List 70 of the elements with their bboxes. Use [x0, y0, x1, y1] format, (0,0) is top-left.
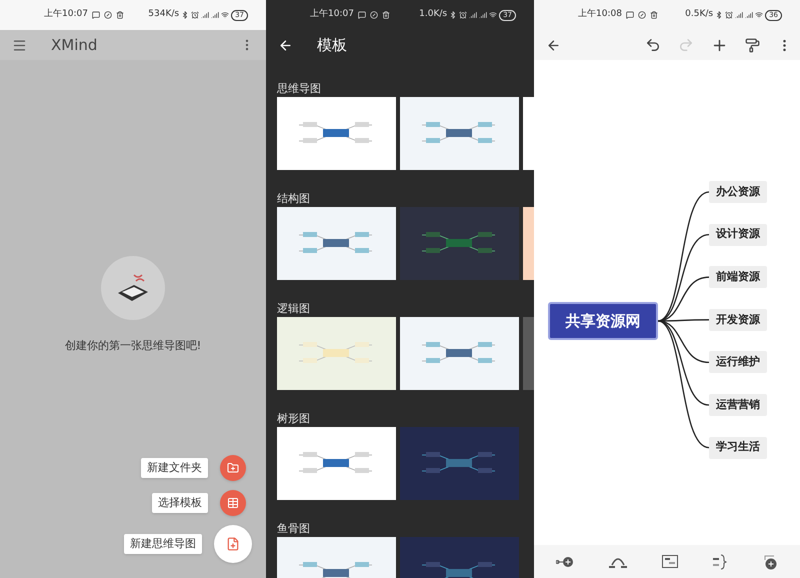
fab-label: 选择模板: [152, 492, 208, 514]
empty-message: 创建你的第一张思维导图吧!: [64, 338, 202, 354]
alarm-icon: [191, 11, 200, 19]
signal-icon: [735, 11, 744, 19]
network-speed: 1.0K/s: [419, 8, 448, 22]
back-icon[interactable]: [278, 38, 293, 52]
status-circle-icon: [104, 11, 112, 19]
topic-node[interactable]: 开发资源: [709, 308, 767, 331]
bluetooth-icon: [181, 11, 190, 19]
template-preview-drawing[interactable]: [277, 427, 396, 500]
status-circle-icon: [370, 11, 378, 19]
floating-topic-icon[interactable]: [762, 554, 778, 570]
paint-roller-icon[interactable]: [745, 38, 760, 52]
network-speed: 534K/s: [148, 8, 180, 22]
bluetooth-icon: [449, 11, 458, 19]
topic-box-icon[interactable]: [662, 555, 678, 568]
alarm-icon: [725, 11, 734, 19]
add-subtopic-icon[interactable]: [556, 554, 574, 568]
section-title: 逻辑图: [277, 302, 310, 315]
status-time: 上午10:07: [310, 8, 354, 22]
template-preview-drawing[interactable]: [400, 97, 519, 170]
signal-icon: [745, 11, 754, 19]
trash-icon: [650, 11, 658, 19]
folder-plus-icon: [227, 462, 239, 474]
section-title: 思维导图: [277, 82, 321, 95]
status-circle-icon: [638, 11, 646, 19]
bluetooth-icon: [715, 11, 724, 19]
trash-icon: [382, 11, 390, 19]
wifi-icon: [221, 11, 230, 19]
central-topic[interactable]: 共享资源网: [548, 302, 658, 340]
topic-node[interactable]: 运行维护: [709, 351, 767, 374]
template-preview-drawing[interactable]: [400, 317, 519, 390]
wifi-icon: [489, 11, 498, 19]
template-preview-drawing[interactable]: [400, 427, 519, 500]
template-preview-drawing[interactable]: [277, 207, 396, 280]
table-icon: [227, 497, 239, 509]
message-icon: [626, 11, 634, 19]
undo-icon[interactable]: [645, 37, 661, 53]
fab-label: 新建思维导图: [124, 534, 202, 554]
topic-node[interactable]: 前端资源: [709, 266, 767, 288]
choose-template-button[interactable]: [220, 490, 246, 516]
wifi-icon: [755, 11, 764, 19]
section-title: 树形图: [277, 412, 310, 425]
app-title: XMind: [51, 34, 98, 56]
topic-node[interactable]: 办公资源: [709, 181, 767, 203]
page-title: 模板: [317, 34, 347, 56]
fab-label: 新建文件夹: [141, 458, 208, 478]
topic-node[interactable]: 运营营销: [709, 394, 767, 416]
message-icon: [358, 11, 366, 19]
template-preview-drawing[interactable]: [277, 97, 396, 170]
alarm-icon: [459, 11, 468, 19]
network-speed: 0.5K/s: [685, 8, 714, 22]
new-folder-button[interactable]: [220, 455, 246, 481]
topic-node[interactable]: 学习生活: [709, 436, 767, 459]
section-title: 结构图: [277, 192, 310, 205]
section-title: 鱼骨图: [277, 522, 310, 535]
new-mindmap-button[interactable]: [214, 525, 252, 563]
signal-icon: [211, 11, 220, 19]
message-icon: [92, 11, 100, 19]
back-icon[interactable]: [546, 38, 561, 52]
status-time: 上午10:07: [44, 8, 88, 22]
signal-icon: [469, 11, 478, 19]
signal-icon: [201, 11, 210, 19]
signal-icon: [479, 11, 488, 19]
topic-node[interactable]: 设计资源: [709, 224, 767, 246]
summary-brace-icon[interactable]: [713, 554, 728, 570]
file-plus-icon: [226, 537, 240, 551]
menu-icon[interactable]: [12, 38, 27, 52]
trash-icon: [116, 11, 124, 19]
status-time: 上午10:08: [578, 8, 622, 22]
